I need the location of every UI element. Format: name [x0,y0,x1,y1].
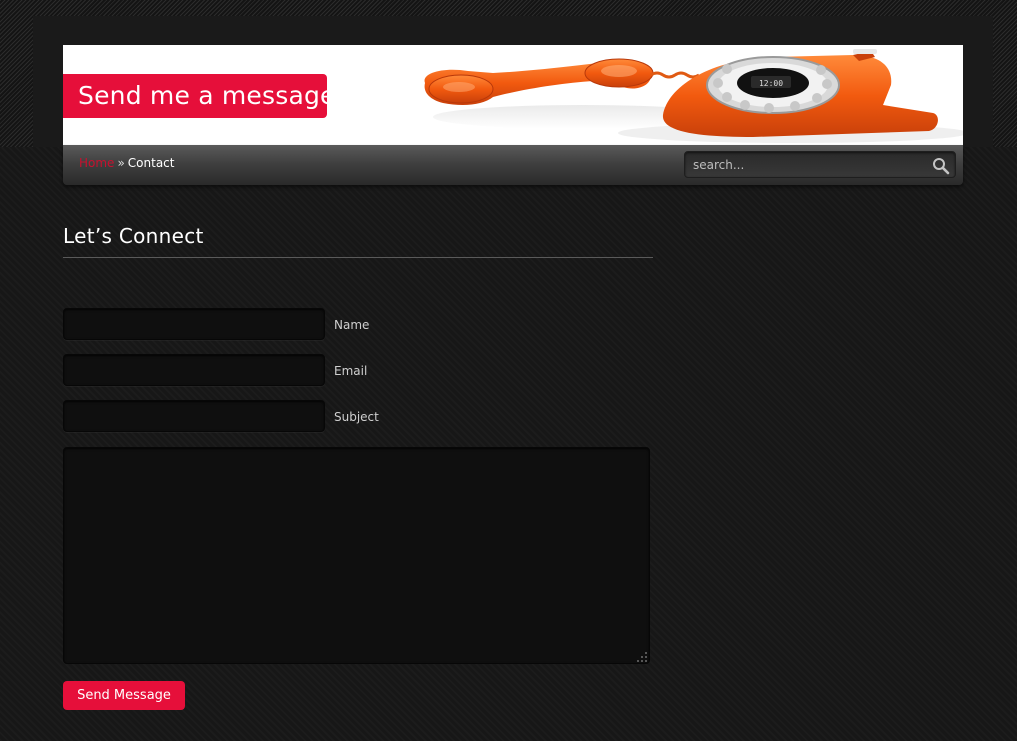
telephone-icon: 12:00 [424,49,963,143]
subject-field[interactable] [63,400,325,432]
breadcrumb-separator: » [117,156,125,170]
search-box [684,151,956,178]
breadcrumb-home-link[interactable]: Home [79,156,114,170]
name-field[interactable] [63,308,325,340]
breadcrumb: Home» Contact [79,156,174,170]
header-banner: Send me a message 12:00 [63,45,963,145]
page-title: Let’s Connect [63,224,204,248]
search-icon[interactable] [932,157,950,175]
subject-label: Subject [334,410,379,424]
svg-text:12:00: 12:00 [759,79,783,88]
message-textarea[interactable] [63,447,650,664]
breadcrumb-current: Contact [127,156,175,170]
search-input[interactable] [691,155,920,174]
navigation-bar: Home» Contact [63,145,963,185]
banner-title: Send me a message [63,74,335,118]
name-label: Name [334,318,370,332]
send-message-button[interactable]: Send Message [63,681,185,710]
resize-grip-icon[interactable] [636,651,648,663]
email-field[interactable] [63,354,325,386]
email-label: Email [334,364,368,378]
heading-divider [63,257,653,258]
